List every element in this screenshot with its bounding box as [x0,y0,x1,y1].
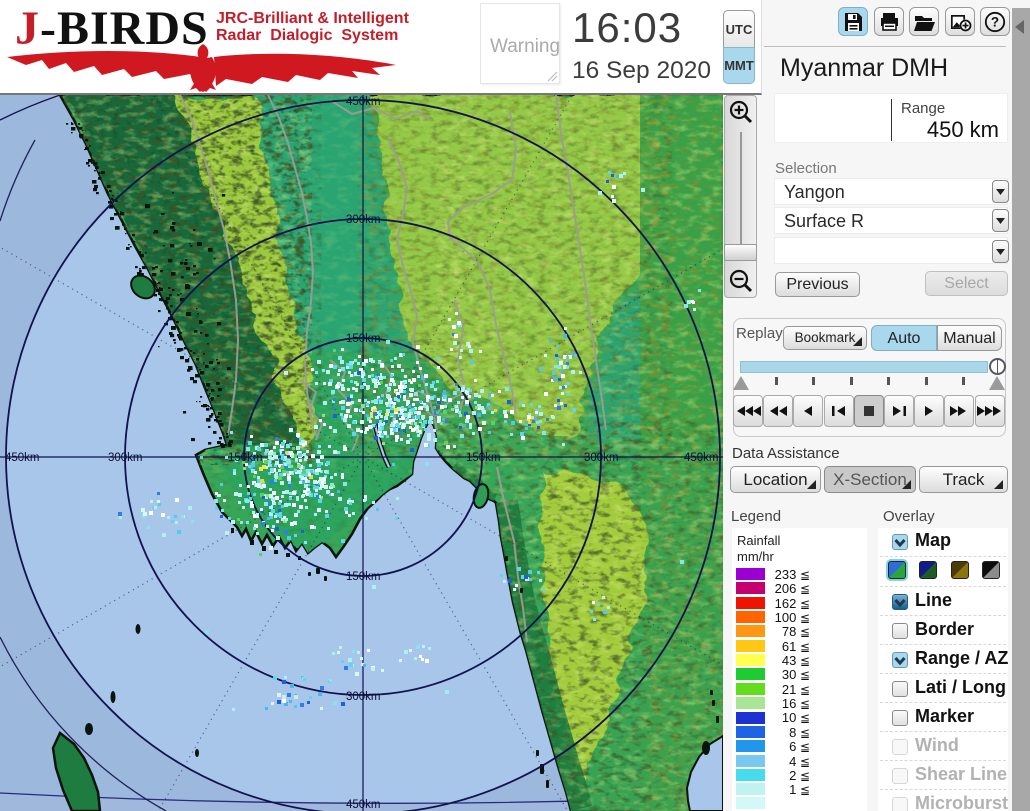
svg-text:150km: 150km [228,452,263,464]
svg-text:150km: 150km [466,452,501,464]
svg-text:300km: 300km [584,452,619,464]
svg-text:150km: 150km [346,571,381,583]
svg-text:450km: 450km [346,799,381,811]
svg-text:450km: 450km [5,452,40,464]
svg-text:300km: 300km [108,452,143,464]
svg-text:?: ? [991,14,999,29]
svg-text:150km: 150km [346,333,381,345]
svg-text:450km: 450km [346,96,381,108]
svg-text:450km: 450km [684,452,719,464]
svg-text:300km: 300km [346,691,381,703]
svg-text:300km: 300km [346,214,381,226]
